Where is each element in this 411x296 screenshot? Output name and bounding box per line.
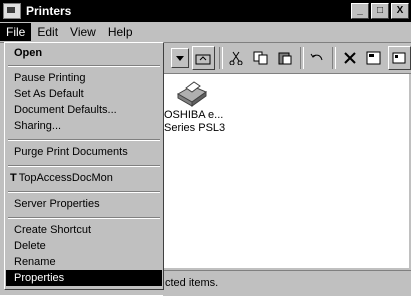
printers-folder-icon bbox=[3, 3, 21, 19]
cut-button[interactable] bbox=[226, 47, 247, 69]
toolbar-separator bbox=[299, 47, 304, 69]
chevron-down-icon bbox=[175, 55, 184, 61]
menu-separator bbox=[8, 217, 160, 219]
up-folder-button[interactable] bbox=[191, 46, 215, 70]
menu-separator bbox=[8, 165, 160, 167]
address-dropdown-button[interactable] bbox=[171, 48, 189, 68]
menu-item-purge[interactable]: Purge Print Documents bbox=[6, 144, 162, 160]
menu-separator bbox=[8, 191, 160, 193]
properties-button[interactable] bbox=[363, 47, 384, 69]
menu-separator bbox=[8, 65, 160, 67]
views-icon bbox=[392, 52, 406, 64]
printer-name-line2: Series PSL3 bbox=[164, 122, 226, 134]
delete-button[interactable] bbox=[339, 47, 360, 69]
menu-edit[interactable]: Edit bbox=[31, 23, 64, 41]
toolbar bbox=[163, 43, 411, 74]
menu-item-document-defaults[interactable]: Document Defaults... bbox=[6, 102, 162, 118]
file-menu: Open Pause Printing Set As Default Docum… bbox=[4, 42, 164, 290]
menu-item-open-label: Open bbox=[14, 47, 43, 59]
toolbar-separator bbox=[332, 47, 336, 69]
menu-item-sharing[interactable]: Sharing... bbox=[6, 118, 162, 134]
views-button[interactable] bbox=[387, 46, 411, 70]
copy-button[interactable] bbox=[250, 47, 271, 69]
delete-x-icon bbox=[343, 52, 356, 64]
scissors-icon bbox=[229, 51, 243, 65]
menu-help[interactable]: Help bbox=[102, 23, 139, 41]
close-button[interactable]: X bbox=[391, 3, 409, 19]
up-folder-icon bbox=[195, 54, 211, 65]
undo-icon bbox=[310, 53, 323, 61]
maximize-button[interactable]: □ bbox=[371, 3, 389, 19]
t-icon: T bbox=[10, 172, 17, 184]
menu-item-server-properties[interactable]: Server Properties bbox=[6, 196, 162, 212]
printer-icon[interactable] bbox=[172, 80, 208, 108]
menu-item-delete[interactable]: Delete bbox=[6, 238, 162, 254]
status-bar: cted items. bbox=[163, 270, 411, 296]
menu-view[interactable]: View bbox=[64, 23, 102, 41]
menu-item-set-as-default[interactable]: Set As Default bbox=[6, 86, 162, 102]
menu-file[interactable]: File bbox=[0, 23, 32, 41]
printers-window: Printers _ □ X File Edit View Help OSHIB… bbox=[0, 0, 411, 296]
menu-separator bbox=[8, 139, 160, 141]
printer-item-label[interactable]: OSHIBA e... Series PSL3 bbox=[164, 109, 225, 135]
paste-icon bbox=[278, 52, 292, 65]
menu-item-topaccess-label: TopAccessDocMon bbox=[18, 172, 113, 184]
printer-name-line1: OSHIBA e... bbox=[164, 109, 224, 121]
undo-button[interactable] bbox=[307, 47, 328, 69]
menu-bar: File Edit View Help bbox=[0, 22, 411, 43]
menu-item-topaccess[interactable]: T TopAccessDocMon bbox=[6, 170, 162, 186]
menu-item-rename[interactable]: Rename bbox=[6, 254, 162, 270]
title-bar: Printers _ □ X bbox=[0, 0, 411, 22]
minimize-button[interactable]: _ bbox=[351, 3, 369, 19]
menu-item-properties[interactable]: Properties bbox=[6, 270, 162, 286]
window-title: Printers bbox=[26, 4, 72, 18]
menu-item-pause-printing[interactable]: Pause Printing bbox=[6, 70, 162, 86]
menu-item-create-shortcut[interactable]: Create Shortcut bbox=[6, 222, 162, 238]
menu-item-open[interactable]: Open bbox=[6, 45, 162, 61]
toolbar-separator bbox=[218, 47, 223, 69]
properties-icon bbox=[366, 51, 381, 65]
status-text: cted items. bbox=[165, 277, 219, 289]
paste-button[interactable] bbox=[274, 47, 295, 69]
copy-icon bbox=[253, 51, 268, 65]
